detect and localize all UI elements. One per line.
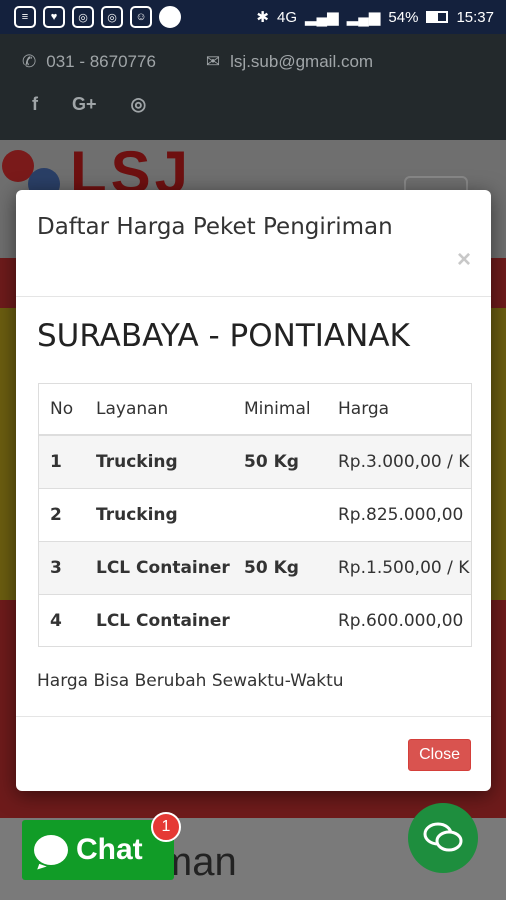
table-row: 1 Trucking 50 Kg Rp.3.000,00 / K — [39, 434, 471, 489]
app-circle-icon — [159, 6, 181, 28]
battery-percent: 54% — [388, 8, 419, 26]
cell-price: Rp.600.000,00 — [327, 594, 471, 646]
email-icon: ✉ — [205, 52, 221, 71]
modal-header: Daftar Harga Peket Pengiriman × — [16, 190, 491, 297]
network-type: 4G — [277, 8, 298, 26]
modal-title: Daftar Harga Peket Pengiriman — [37, 214, 393, 240]
battery-icon — [426, 11, 449, 23]
email-address[interactable]: lsj.sub@gmail.com — [230, 52, 373, 72]
instagram-icon: ◎ — [72, 6, 94, 28]
column-header: Minimal — [233, 384, 327, 436]
close-icon[interactable]: × — [457, 246, 471, 274]
facebook-icon[interactable]: f — [32, 94, 38, 115]
route-title: SURABAYA - PONTIANAK — [37, 318, 410, 354]
status-bar: ≡ ♥ ◎ ◎ ☺ ✱ 4G ▂▄▆ ▂▄▆ 54% 15:37 — [0, 0, 506, 34]
phone-number[interactable]: 031 - 8670776 — [46, 52, 156, 72]
google-plus-icon[interactable]: G+ — [72, 94, 97, 115]
cell-minimum: 50 Kg — [233, 541, 327, 595]
cell-no: 3 — [39, 541, 85, 595]
chat-label: Chat — [76, 833, 143, 866]
cell-service: LCL Container — [85, 541, 233, 595]
cell-service: Trucking — [85, 434, 233, 489]
cell-service: Trucking — [85, 488, 233, 542]
phone-icon: ✆ — [22, 52, 37, 71]
notification-icon: ≡ — [14, 6, 36, 28]
price-table-container[interactable]: No Layanan Minimal Harga 1 Trucking 50 K… — [38, 383, 472, 647]
price-list-modal: Daftar Harga Peket Pengiriman × SURABAYA… — [16, 190, 491, 791]
cell-price: Rp.1.500,00 / K — [327, 541, 471, 595]
price-table: No Layanan Minimal Harga 1 Trucking 50 K… — [39, 384, 471, 646]
clock: 15:37 — [456, 8, 494, 26]
app-icon: ☺ — [130, 6, 152, 28]
table-row: 2 Trucking Rp.825.000,00 — [39, 488, 471, 542]
price-disclaimer: Harga Bisa Berubah Sewaktu-Waktu — [37, 671, 344, 691]
table-row: 4 LCL Container Rp.600.000,00 — [39, 594, 471, 646]
cell-minimum — [233, 594, 327, 646]
cell-service: LCL Container — [85, 594, 233, 646]
conversation-icon — [423, 822, 463, 852]
modal-footer: Close — [16, 716, 491, 791]
health-icon: ♥ — [43, 6, 65, 28]
contact-topbar: ✆ 031 - 8670776 ✉ lsj.sub@gmail.com f G+… — [0, 34, 506, 140]
messenger-fab[interactable] — [408, 803, 478, 873]
cell-price: Rp.825.000,00 — [327, 488, 471, 542]
column-header: No — [39, 384, 85, 436]
column-header: Harga — [327, 384, 471, 436]
instagram-icon: ◎ — [101, 6, 123, 28]
cell-no: 4 — [39, 594, 85, 646]
table-row: 3 LCL Container 50 Kg Rp.1.500,00 / K — [39, 541, 471, 595]
cell-price: Rp.3.000,00 / K — [327, 434, 471, 489]
close-button[interactable]: Close — [408, 739, 471, 771]
chat-bubble-icon — [34, 835, 68, 865]
notification-badge: 1 — [151, 812, 181, 842]
cell-no: 1 — [39, 434, 85, 489]
cell-minimum — [233, 488, 327, 542]
signal-icon: ▂▄▆ — [346, 9, 381, 26]
signal-icon: ▂▄▆ — [305, 9, 339, 26]
bluetooth-icon: ✱ — [256, 9, 269, 26]
table-header-row: No Layanan Minimal Harga — [39, 384, 471, 436]
instagram-icon[interactable]: ◎ — [131, 94, 147, 115]
column-header: Layanan — [85, 384, 233, 436]
cell-no: 2 — [39, 488, 85, 542]
cell-minimum: 50 Kg — [233, 434, 327, 489]
